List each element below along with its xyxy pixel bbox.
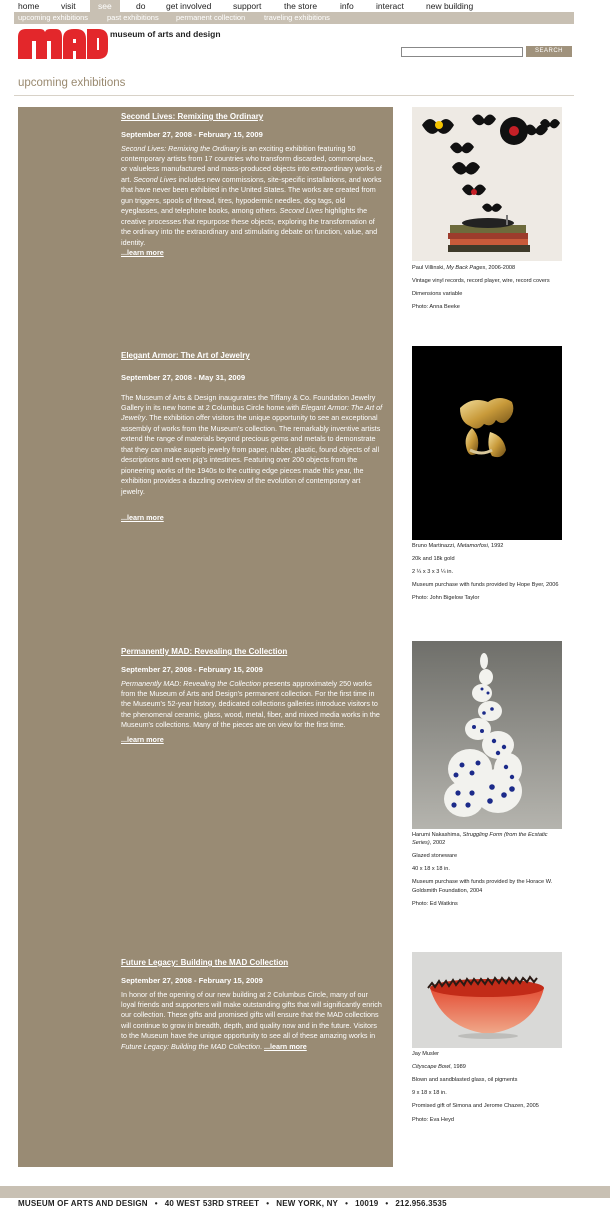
exhibition-image-elegant-armor[interactable] (412, 346, 562, 540)
caption-medium: 20k and 18k gold (412, 556, 455, 563)
caption-photo-credit: Photo: Anna Beeke (412, 304, 460, 311)
caption-medium: Blown and sandblasted glass, oil pigment… (412, 1077, 518, 1084)
nav-do[interactable]: do (136, 0, 145, 12)
exhibition-second-lives: Second Lives: Remixing the Ordinary Sept… (121, 111, 383, 258)
footer-city: NEW YORK, NY (276, 1199, 339, 1208)
exhibition-permanently-mad: Permanently MAD: Revealing the Collectio… (121, 646, 383, 745)
exhibition-elegant-armor: Elegant Armor: The Art of Jewelry Septem… (121, 350, 383, 523)
mad-logo-mark (18, 29, 108, 59)
caption-future-legacy: Jay Musler Cityscape Bowl, 1989 Blown an… (412, 1050, 567, 1129)
subnav-traveling-exhibitions[interactable]: traveling exhibitions (264, 12, 330, 24)
caption-artist-line: Bruno Martinazzi, Metamorfosi, 1992 (412, 543, 504, 549)
mad-logo[interactable] (18, 29, 108, 59)
caption-credit: Promised gift of Simona and Jerome Chaze… (412, 1103, 539, 1110)
sub-nav: upcoming exhibitions past exhibitions pe… (14, 12, 574, 24)
caption-dimensions: 9 x 18 x 18 in. (412, 1090, 447, 1097)
search-button[interactable]: SEARCH (526, 46, 572, 57)
page-title: upcoming exhibitions (18, 77, 126, 89)
ceramic-sculpture-artwork-image (412, 641, 562, 829)
caption-photo-credit: Photo: Eva Heyd (412, 1116, 454, 1123)
exhibition-title-link[interactable]: Permanently MAD: Revealing the Collectio… (121, 646, 383, 658)
footer-phone: 212.956.3535 (395, 1199, 447, 1208)
subnav-upcoming-exhibitions[interactable]: upcoming exhibitions (18, 12, 88, 24)
learn-more-link[interactable]: ...learn more (121, 248, 164, 257)
footer-zip: 10019 (355, 1199, 379, 1208)
butterfly-record-artwork-image (412, 107, 562, 261)
exhibition-dates: September 27, 2008 - February 15, 2009 (121, 975, 263, 985)
caption-artist: Jay Musler (412, 1051, 440, 1057)
nav-get-involved[interactable]: get involved (166, 0, 211, 12)
footer-street: 40 WEST 53RD STREET (164, 1199, 260, 1208)
nav-support[interactable]: support (233, 0, 261, 12)
caption-elegant-armor: Bruno Martinazzi, Metamorfosi, 1992 20k … (412, 542, 567, 608)
nav-info[interactable]: info (340, 0, 354, 12)
subnav-permanent-collection[interactable]: permanent collection (176, 12, 245, 24)
footer-separator: • (154, 1199, 158, 1208)
caption-second-lives: Paul Villinski, My Back Pages, 2006-2008… (412, 264, 567, 316)
caption-photo-credit: Photo: Ed Watkins (412, 900, 458, 907)
exhibition-future-legacy: Future Legacy: Building the MAD Collecti… (121, 957, 383, 1052)
caption-credit: Museum purchase with funds provided by H… (412, 582, 559, 589)
learn-more-link[interactable]: ...learn more (121, 513, 164, 522)
caption-photo-credit: Photo: John Bigelow Taylor (412, 595, 480, 602)
glass-bowl-artwork-image (412, 952, 562, 1048)
caption-dimensions: Dimensions variable (412, 291, 463, 298)
nav-see[interactable]: see (90, 0, 120, 12)
exhibition-title-link[interactable]: Second Lives: Remixing the Ordinary (121, 111, 383, 123)
exhibition-description: In honor of the opening of our new build… (121, 989, 382, 1051)
exhibition-image-future-legacy[interactable] (412, 952, 562, 1048)
exhibition-title-link[interactable]: Elegant Armor: The Art of Jewelry (121, 350, 383, 362)
caption-medium: Glazed stoneware (412, 853, 458, 860)
caption-credit: Museum purchase with funds provided by t… (412, 879, 553, 894)
caption-dimensions: 40 x 18 x 18 in. (412, 866, 450, 873)
exhibition-dates: September 27, 2008 - May 31, 2009 (121, 372, 246, 382)
divider (14, 95, 574, 96)
footer-address: MUSEUM OF ARTS AND DESIGN • 40 WEST 53RD S… (18, 1199, 447, 1208)
exhibition-description: Second Lives: Remixing the Ordinary is a… (121, 143, 382, 247)
caption-artist-line: Paul Villinski, My Back Pages, 2006-2008 (412, 265, 516, 271)
nav-new-building[interactable]: new building (426, 0, 473, 12)
footer-separator: • (266, 1199, 270, 1208)
caption-medium: Vintage vinyl records, record player, wi… (412, 278, 550, 285)
subnav-past-exhibitions[interactable]: past exhibitions (107, 12, 159, 24)
exhibition-image-permanently-mad[interactable] (412, 641, 562, 829)
exhibition-dates: September 27, 2008 - February 15, 2009 (121, 129, 263, 139)
search-input[interactable] (401, 47, 523, 57)
footer-separator: • (385, 1199, 389, 1208)
exhibition-description: Permanently MAD: Revealing the Collectio… (121, 678, 380, 730)
top-nav: home visit see do get involved support t… (0, 0, 610, 12)
nav-interact[interactable]: interact (376, 0, 404, 12)
footer-separator: • (345, 1199, 349, 1208)
footer-museum-name: MUSEUM OF ARTS AND DESIGN (18, 1199, 148, 1208)
exhibition-title-link[interactable]: Future Legacy: Building the MAD Collecti… (121, 957, 383, 969)
nav-visit[interactable]: visit (61, 0, 76, 12)
caption-title-line: Cityscape Bowl, 1989 (412, 1064, 466, 1071)
gold-jewelry-artwork-image (412, 346, 562, 540)
exhibition-description: The Museum of Arts & Design inaugurates … (121, 392, 383, 496)
learn-more-link[interactable]: ...learn more (264, 1042, 307, 1051)
exhibition-dates: September 27, 2008 - February 15, 2009 (121, 664, 263, 674)
brand-name: museum of arts and design (110, 29, 221, 39)
nav-the-store[interactable]: the store (284, 0, 317, 12)
exhibition-image-second-lives[interactable] (412, 107, 562, 261)
nav-home[interactable]: home (18, 0, 39, 12)
caption-artist-line: Harumi Nakashima, Struggling Form (from … (412, 832, 548, 847)
caption-dimensions: 2 ¼ x 3 x 3 ¼ in. (412, 569, 454, 576)
footer-bar (0, 1186, 610, 1198)
caption-permanently-mad: Harumi Nakashima, Struggling Form (from … (412, 831, 567, 913)
learn-more-link[interactable]: ...learn more (121, 735, 164, 744)
